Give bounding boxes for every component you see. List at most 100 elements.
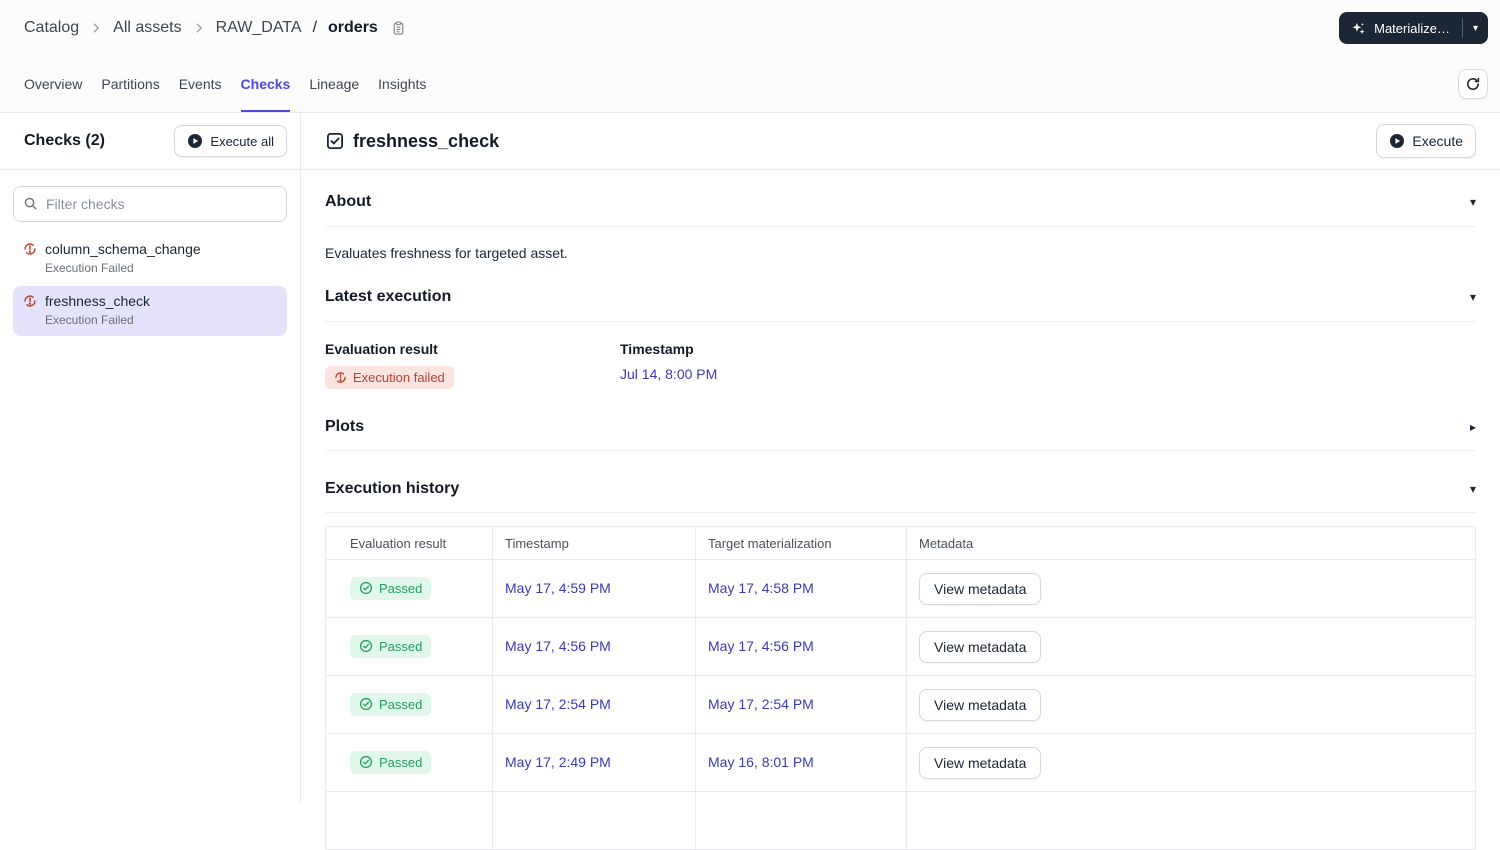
badge-label: Passed bbox=[379, 754, 423, 770]
column-header: Evaluation result bbox=[325, 526, 493, 560]
timestamp-link[interactable]: May 17, 4:59 PM bbox=[505, 580, 611, 596]
sidebar-header: Checks (2) Execute all bbox=[0, 113, 300, 170]
caret-right-icon[interactable]: ▸ bbox=[1470, 420, 1476, 434]
play-circle-icon bbox=[1389, 133, 1405, 149]
check-status: Execution Failed bbox=[45, 261, 134, 275]
refresh-icon bbox=[1465, 76, 1481, 92]
view-metadata-button[interactable]: View metadata bbox=[919, 630, 1042, 663]
caret-down-icon[interactable]: ▾ bbox=[1470, 290, 1476, 304]
timestamp-link[interactable]: May 17, 2:54 PM bbox=[505, 696, 611, 712]
search-icon bbox=[23, 196, 38, 211]
tab-partitions[interactable]: Partitions bbox=[101, 56, 159, 112]
column-header: Timestamp bbox=[492, 526, 696, 560]
target-materialization-link[interactable]: May 17, 2:54 PM bbox=[708, 696, 814, 712]
chevron-right-icon bbox=[89, 21, 103, 35]
section-title: Plots bbox=[325, 418, 365, 435]
timestamp-link[interactable]: May 17, 2:49 PM bbox=[505, 754, 611, 770]
tab-events[interactable]: Events bbox=[179, 56, 222, 112]
materialize-button[interactable]: Materialize… bbox=[1339, 12, 1462, 44]
table-row-partial bbox=[325, 791, 1476, 850]
section-execution-history-header[interactable]: Execution history ▾ bbox=[325, 480, 1476, 513]
tabs-bar: Overview Partitions Events Checks Lineag… bbox=[0, 56, 1500, 113]
passed-badge: Passed bbox=[350, 576, 432, 600]
execution-failed-badge: Execution failed bbox=[325, 366, 454, 389]
check-circle-icon bbox=[359, 581, 373, 595]
table-row: Passed May 17, 4:59 PM May 17, 4:58 PM V… bbox=[325, 559, 1476, 618]
field-label: Timestamp bbox=[620, 341, 694, 357]
table-row: Passed May 17, 2:54 PM May 17, 2:54 PM V… bbox=[325, 675, 1476, 734]
section-latest-execution-header[interactable]: Latest execution ▾ bbox=[325, 288, 1476, 322]
breadcrumb-asset-group[interactable]: RAW_DATA bbox=[216, 19, 302, 37]
tab-overview[interactable]: Overview bbox=[24, 56, 82, 112]
check-circle-icon bbox=[359, 697, 373, 711]
breadcrumb: Catalog All assets RAW_DATA / orders bbox=[24, 19, 408, 38]
section-title: About bbox=[325, 193, 372, 210]
tabs: Overview Partitions Events Checks Lineag… bbox=[24, 56, 426, 112]
check-list-item-selected[interactable]: freshness_check Execution Failed bbox=[13, 286, 287, 336]
section-title: Latest execution bbox=[325, 288, 452, 305]
checks-sidebar: Checks (2) Execute all Filter checks col… bbox=[0, 113, 301, 802]
copy-asset-name-button[interactable] bbox=[389, 19, 408, 38]
badge-label: Execution failed bbox=[353, 370, 445, 385]
check-name: column_schema_change bbox=[45, 241, 201, 257]
sync-problem-icon bbox=[23, 242, 37, 256]
timestamp-link[interactable]: May 17, 4:56 PM bbox=[505, 638, 611, 654]
section-about-header[interactable]: About ▾ bbox=[325, 170, 1476, 227]
sparkle-icon bbox=[1351, 21, 1366, 36]
breadcrumb-catalog[interactable]: Catalog bbox=[24, 19, 79, 37]
tab-checks[interactable]: Checks bbox=[240, 56, 290, 112]
materialize-label: Materialize… bbox=[1374, 20, 1450, 36]
caret-down-icon[interactable]: ▾ bbox=[1470, 482, 1476, 496]
breadcrumb-slash: / bbox=[312, 19, 318, 36]
latest-timestamp-link[interactable]: Jul 14, 8:00 PM bbox=[620, 366, 717, 382]
sidebar-title: Checks (2) bbox=[24, 132, 105, 149]
check-detail-header: freshness_check Execute bbox=[301, 113, 1500, 170]
sync-problem-icon bbox=[334, 371, 347, 384]
view-metadata-button[interactable]: View metadata bbox=[919, 572, 1042, 605]
view-metadata-button[interactable]: View metadata bbox=[919, 688, 1042, 721]
section-plots-header[interactable]: Plots ▸ bbox=[325, 418, 1476, 451]
section-title: Execution history bbox=[325, 480, 460, 497]
table-row: Passed May 17, 4:56 PM May 17, 4:56 PM V… bbox=[325, 617, 1476, 676]
view-metadata-button[interactable]: View metadata bbox=[919, 746, 1042, 779]
caret-down-icon[interactable]: ▾ bbox=[1470, 195, 1476, 209]
execute-all-label: Execute all bbox=[210, 133, 274, 149]
check-detail-content: About ▾ Evaluates freshness for targeted… bbox=[301, 170, 1500, 850]
filter-checks bbox=[13, 186, 287, 222]
passed-badge: Passed bbox=[350, 634, 432, 658]
caret-down-icon: ▾ bbox=[1472, 22, 1478, 34]
timestamp-field: Timestamp Jul 14, 8:00 PM bbox=[620, 341, 717, 389]
tab-lineage[interactable]: Lineage bbox=[309, 56, 359, 112]
top-bar: Catalog All assets RAW_DATA / orders Mat… bbox=[0, 0, 1500, 56]
chevron-right-icon bbox=[192, 21, 206, 35]
execute-button[interactable]: Execute bbox=[1376, 124, 1476, 158]
materialize-split-button: Materialize… ▾ bbox=[1339, 12, 1488, 44]
breadcrumb-all-assets[interactable]: All assets bbox=[113, 19, 181, 37]
tab-insights[interactable]: Insights bbox=[378, 56, 426, 112]
execution-history-table: Evaluation result Timestamp Target mater… bbox=[325, 526, 1476, 850]
checks-layout: Checks (2) Execute all Filter checks col… bbox=[0, 113, 1500, 850]
execute-all-button[interactable]: Execute all bbox=[174, 125, 287, 157]
check-list-item[interactable]: column_schema_change Execution Failed bbox=[13, 234, 287, 284]
sync-problem-icon bbox=[23, 294, 37, 308]
about-description: Evaluates freshness for targeted asset. bbox=[325, 245, 568, 261]
target-materialization-link[interactable]: May 17, 4:58 PM bbox=[708, 580, 814, 596]
play-circle-icon bbox=[187, 133, 203, 149]
badge-label: Passed bbox=[379, 580, 423, 596]
filter-checks-input[interactable] bbox=[13, 186, 287, 222]
evaluation-result-field: Evaluation result Execution failed bbox=[325, 341, 620, 389]
check-status: Execution Failed bbox=[45, 313, 134, 327]
refresh-button[interactable] bbox=[1458, 69, 1488, 99]
check-circle-icon bbox=[359, 755, 373, 769]
target-materialization-link[interactable]: May 16, 8:01 PM bbox=[708, 754, 814, 770]
target-materialization-link[interactable]: May 17, 4:56 PM bbox=[708, 638, 814, 654]
check-circle-icon bbox=[359, 639, 373, 653]
column-header: Metadata bbox=[906, 526, 1476, 560]
asset-check-icon bbox=[326, 132, 344, 150]
check-title: freshness_check bbox=[353, 130, 500, 151]
table-header-row: Evaluation result Timestamp Target mater… bbox=[325, 526, 1476, 560]
clipboard-icon bbox=[391, 21, 406, 36]
passed-badge: Passed bbox=[350, 750, 432, 774]
materialize-dropdown-button[interactable]: ▾ bbox=[1463, 12, 1488, 44]
execute-label: Execute bbox=[1412, 133, 1463, 149]
